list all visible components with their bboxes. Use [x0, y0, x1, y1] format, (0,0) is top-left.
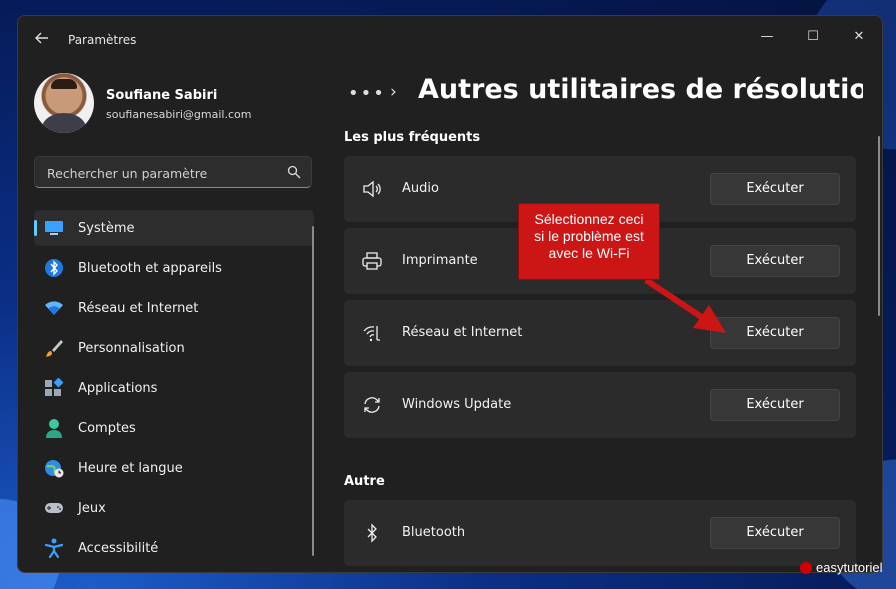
annotation-arrow: [644, 277, 726, 333]
watermark-logo-icon: [800, 561, 812, 574]
annotation-callout: Sélectionnez ceci si le problème est ave…: [518, 203, 660, 280]
watermark-text: easytutoriel: [816, 560, 883, 575]
callout-line: Sélectionnez ceci: [534, 211, 644, 227]
callout-line: si le problème est: [534, 228, 644, 244]
callout-line: avec le Wi-Fi: [548, 245, 630, 261]
watermark: easytutoriel: [800, 560, 882, 575]
